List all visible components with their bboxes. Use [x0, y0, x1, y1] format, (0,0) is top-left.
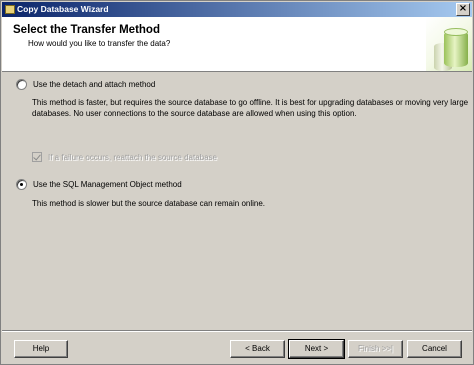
- detach-attach-option[interactable]: Use the detach and attach method: [16, 79, 155, 90]
- detach-description-line-2: databases. No user connections to the so…: [32, 109, 357, 118]
- smo-label[interactable]: Use the SQL Management Object method: [33, 180, 182, 189]
- help-button[interactable]: Help: [14, 340, 68, 358]
- button-separator: [2, 330, 472, 332]
- reattach-option: If a failure occurs, reattach the source…: [32, 152, 217, 162]
- database-cylinders-icon: [426, 17, 472, 71]
- reattach-checkbox: [32, 152, 42, 162]
- reattach-label: If a failure occurs, reattach the source…: [48, 152, 217, 162]
- back-button[interactable]: < Back: [230, 340, 285, 358]
- window-title: Copy Database Wizard: [17, 4, 109, 14]
- page-subtitle: How would you like to transfer the data?: [28, 39, 171, 48]
- smo-radio[interactable]: [16, 179, 27, 190]
- detach-attach-radio[interactable]: [16, 79, 27, 90]
- cancel-button[interactable]: Cancel: [407, 340, 462, 358]
- finish-button: Finish >>|: [348, 340, 403, 358]
- page-title: Select the Transfer Method: [13, 24, 160, 36]
- detach-description-line-1: This method is faster, but requires the …: [32, 98, 469, 107]
- close-button[interactable]: ×: [456, 3, 470, 16]
- detach-attach-label[interactable]: Use the detach and attach method: [33, 80, 155, 89]
- database-wizard-icon: [5, 5, 15, 14]
- detach-attach-description: This method is faster, but requires the …: [32, 97, 468, 119]
- title-bar[interactable]: Copy Database Wizard ×: [2, 2, 472, 17]
- wizard-header: Select the Transfer Method How would you…: [2, 17, 472, 72]
- smo-option[interactable]: Use the SQL Management Object method: [16, 179, 182, 190]
- next-button[interactable]: Next >: [288, 339, 345, 359]
- smo-description: This method is slower but the source dat…: [32, 199, 266, 208]
- wizard-window: Copy Database Wizard × Select the Transf…: [0, 0, 474, 365]
